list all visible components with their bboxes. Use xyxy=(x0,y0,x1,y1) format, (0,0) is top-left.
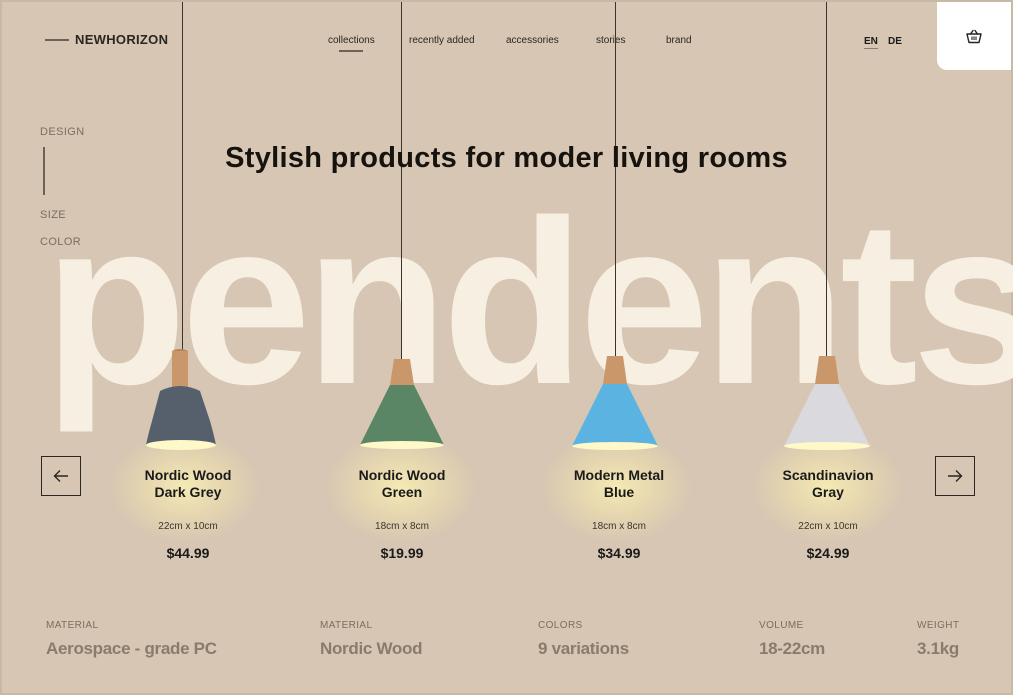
spec-volume: VOLUME 18-22cm xyxy=(759,620,825,659)
product-dimensions: 18cm x 8cm xyxy=(592,521,646,532)
carousel-next-button[interactable] xyxy=(935,456,975,496)
carousel-prev-button[interactable] xyxy=(41,456,81,496)
product-card[interactable]: Nordic Wood Green 18cm x 8cm $19.99 xyxy=(317,467,487,561)
lamp-gray-image[interactable] xyxy=(781,354,873,453)
spec-label: MATERIAL xyxy=(46,620,99,631)
spec-label: VOLUME xyxy=(759,620,804,631)
product-dimensions: 18cm x 8cm xyxy=(375,521,429,532)
lang-en[interactable]: EN xyxy=(864,36,878,49)
spec-colors: COLORS 9 variations xyxy=(538,620,629,659)
arrow-right-icon xyxy=(948,470,963,482)
lamp-blue-image[interactable] xyxy=(569,354,661,453)
spec-label: COLORS xyxy=(538,620,583,631)
spec-material-1: MATERIAL Aerospace - grade PC xyxy=(46,620,217,659)
main-nav: collections recently added accessories s… xyxy=(2,35,1011,55)
product-card[interactable]: Nordic Wood Dark Grey 22cm x 10cm $44.99 xyxy=(103,467,273,561)
product-name: Modern Metal Blue xyxy=(534,467,704,501)
product-price: $19.99 xyxy=(380,545,424,561)
product-name-line2: Gray xyxy=(812,484,844,500)
spec-label: WEIGHT xyxy=(917,620,960,631)
spec-value: Nordic Wood xyxy=(320,639,423,658)
spec-value: 18-22cm xyxy=(759,639,825,658)
product-price: $44.99 xyxy=(166,545,210,561)
lamp-cord xyxy=(615,2,616,357)
lamp-dark-grey-image[interactable] xyxy=(138,347,230,453)
product-dimensions: 22cm x 10cm xyxy=(158,521,218,532)
product-name-line1: Nordic Wood xyxy=(358,467,446,483)
nav-collections[interactable]: collections xyxy=(328,35,375,52)
spec-value: 9 variations xyxy=(538,639,629,658)
product-name-line1: Modern Metal xyxy=(573,467,665,483)
cart-button[interactable] xyxy=(937,2,1011,70)
nav-stories[interactable]: stories xyxy=(596,35,625,46)
lang-de[interactable]: DE xyxy=(888,36,902,47)
product-name-line1: Nordic Wood xyxy=(144,467,232,483)
nav-accessories[interactable]: accessories xyxy=(506,35,559,46)
lamp-shade xyxy=(146,386,216,445)
product-name: Scandinavion Gray xyxy=(743,467,913,501)
spec-label: MATERIAL xyxy=(320,620,373,631)
basket-icon xyxy=(966,29,982,43)
lamp-green-image[interactable] xyxy=(356,357,448,453)
product-name: Nordic Wood Green xyxy=(317,467,487,501)
product-name-line2: Dark Grey xyxy=(154,484,222,500)
lamp-cord xyxy=(182,2,183,354)
lamp-shade xyxy=(360,385,444,445)
lamp-cord xyxy=(401,2,402,362)
lamp-shade xyxy=(784,384,870,446)
product-name-line1: Scandinavion xyxy=(782,467,874,483)
product-price: $34.99 xyxy=(597,545,641,561)
product-name: Nordic Wood Dark Grey xyxy=(103,467,273,501)
spec-weight: WEIGHT 3.1kg xyxy=(917,620,959,659)
filter-design[interactable]: DESIGN xyxy=(40,126,85,138)
lamp-shade xyxy=(572,384,658,446)
spec-material-2: MATERIAL Nordic Wood xyxy=(320,620,422,659)
product-card[interactable]: Modern Metal Blue 18cm x 8cm $34.99 xyxy=(534,467,704,561)
product-name-line2: Blue xyxy=(603,484,635,500)
product-card[interactable]: Scandinavion Gray 22cm x 10cm $24.99 xyxy=(743,467,913,561)
product-price: $24.99 xyxy=(806,545,850,561)
spec-value: Aerospace - grade PC xyxy=(46,639,217,658)
product-name-line2: Green xyxy=(381,484,423,500)
arrow-left-icon xyxy=(53,470,68,482)
nav-recently-added[interactable]: recently added xyxy=(409,35,475,46)
page-headline: Stylish products for moder living rooms xyxy=(225,142,788,174)
lamp-cord xyxy=(826,2,827,358)
nav-brand[interactable]: brand xyxy=(666,35,692,46)
product-dimensions: 22cm x 10cm xyxy=(798,521,858,532)
spec-value: 3.1kg xyxy=(917,639,959,658)
